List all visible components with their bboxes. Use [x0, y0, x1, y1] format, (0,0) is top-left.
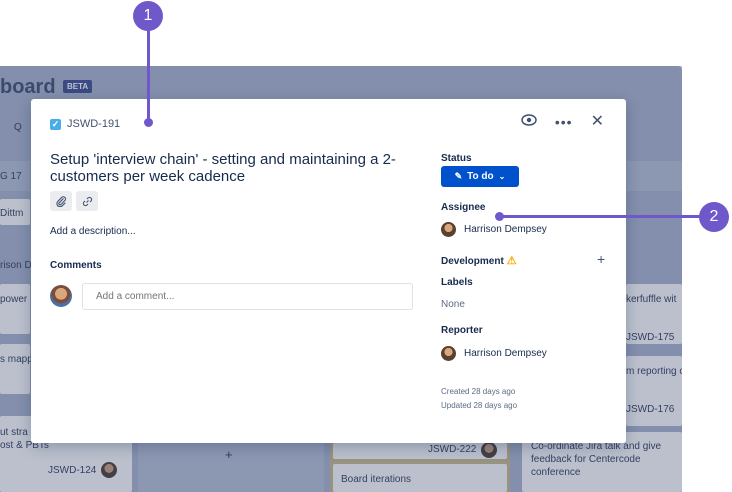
modal-actions: ••• ✕ — [521, 114, 604, 130]
paperclip-icon[interactable] — [50, 191, 72, 211]
issue-toolbar — [50, 191, 98, 211]
created-date: Created 28 days ago — [441, 387, 516, 396]
issue-key-text: JSWD-191 — [67, 118, 121, 130]
callout-line-2 — [500, 215, 700, 218]
plus-icon[interactable]: + — [597, 251, 605, 267]
add-description-link[interactable]: Add a description... — [50, 226, 136, 237]
chevron-down-icon: ⌄ — [498, 172, 506, 181]
labels-value[interactable]: None — [441, 299, 465, 310]
callout-2: 2 — [699, 202, 729, 232]
assignee-field[interactable]: Harrison Dempsey — [441, 222, 547, 237]
issue-detail-modal: ✓ JSWD-191 ••• ✕ Setup 'interview chain'… — [31, 99, 626, 443]
issue-key[interactable]: ✓ JSWD-191 — [50, 118, 120, 130]
screenshot-stage: board BETA Q G 17 Dittm rison D power ke… — [0, 0, 732, 492]
status-label: Status — [441, 153, 472, 164]
callout-dot-2 — [495, 212, 504, 221]
warning-icon: ⚠ — [506, 255, 517, 267]
avatar — [50, 285, 72, 307]
task-icon: ✓ — [50, 118, 61, 130]
updated-date: Updated 28 days ago — [441, 401, 518, 410]
more-icon[interactable]: ••• — [555, 114, 573, 130]
link-icon[interactable] — [76, 191, 98, 211]
comment-input[interactable] — [82, 283, 413, 310]
avatar — [441, 222, 456, 237]
assignee-label: Assignee — [441, 202, 486, 213]
callout-1: 1 — [133, 1, 163, 31]
comments-heading: Comments — [50, 260, 102, 271]
reporter-label: Reporter — [441, 325, 483, 336]
close-icon[interactable]: ✕ — [591, 114, 604, 130]
eye-icon[interactable] — [521, 114, 537, 130]
reporter-field[interactable]: Harrison Dempsey — [441, 346, 547, 361]
status-dropdown[interactable]: ✎ To do ⌄ — [441, 166, 519, 187]
reporter-name: Harrison Dempsey — [464, 348, 547, 359]
pencil-icon: ✎ — [454, 171, 463, 181]
labels-label: Labels — [441, 277, 473, 288]
development-label-text: Development — [441, 256, 504, 267]
callout-line-1 — [147, 28, 150, 123]
callout-dot-1 — [144, 118, 153, 127]
status-value: To do — [467, 171, 494, 182]
assignee-name: Harrison Dempsey — [464, 224, 547, 235]
issue-summary[interactable]: Setup 'interview chain' - setting and ma… — [50, 151, 410, 185]
avatar — [441, 346, 456, 361]
development-label: Development ⚠ — [441, 254, 517, 267]
